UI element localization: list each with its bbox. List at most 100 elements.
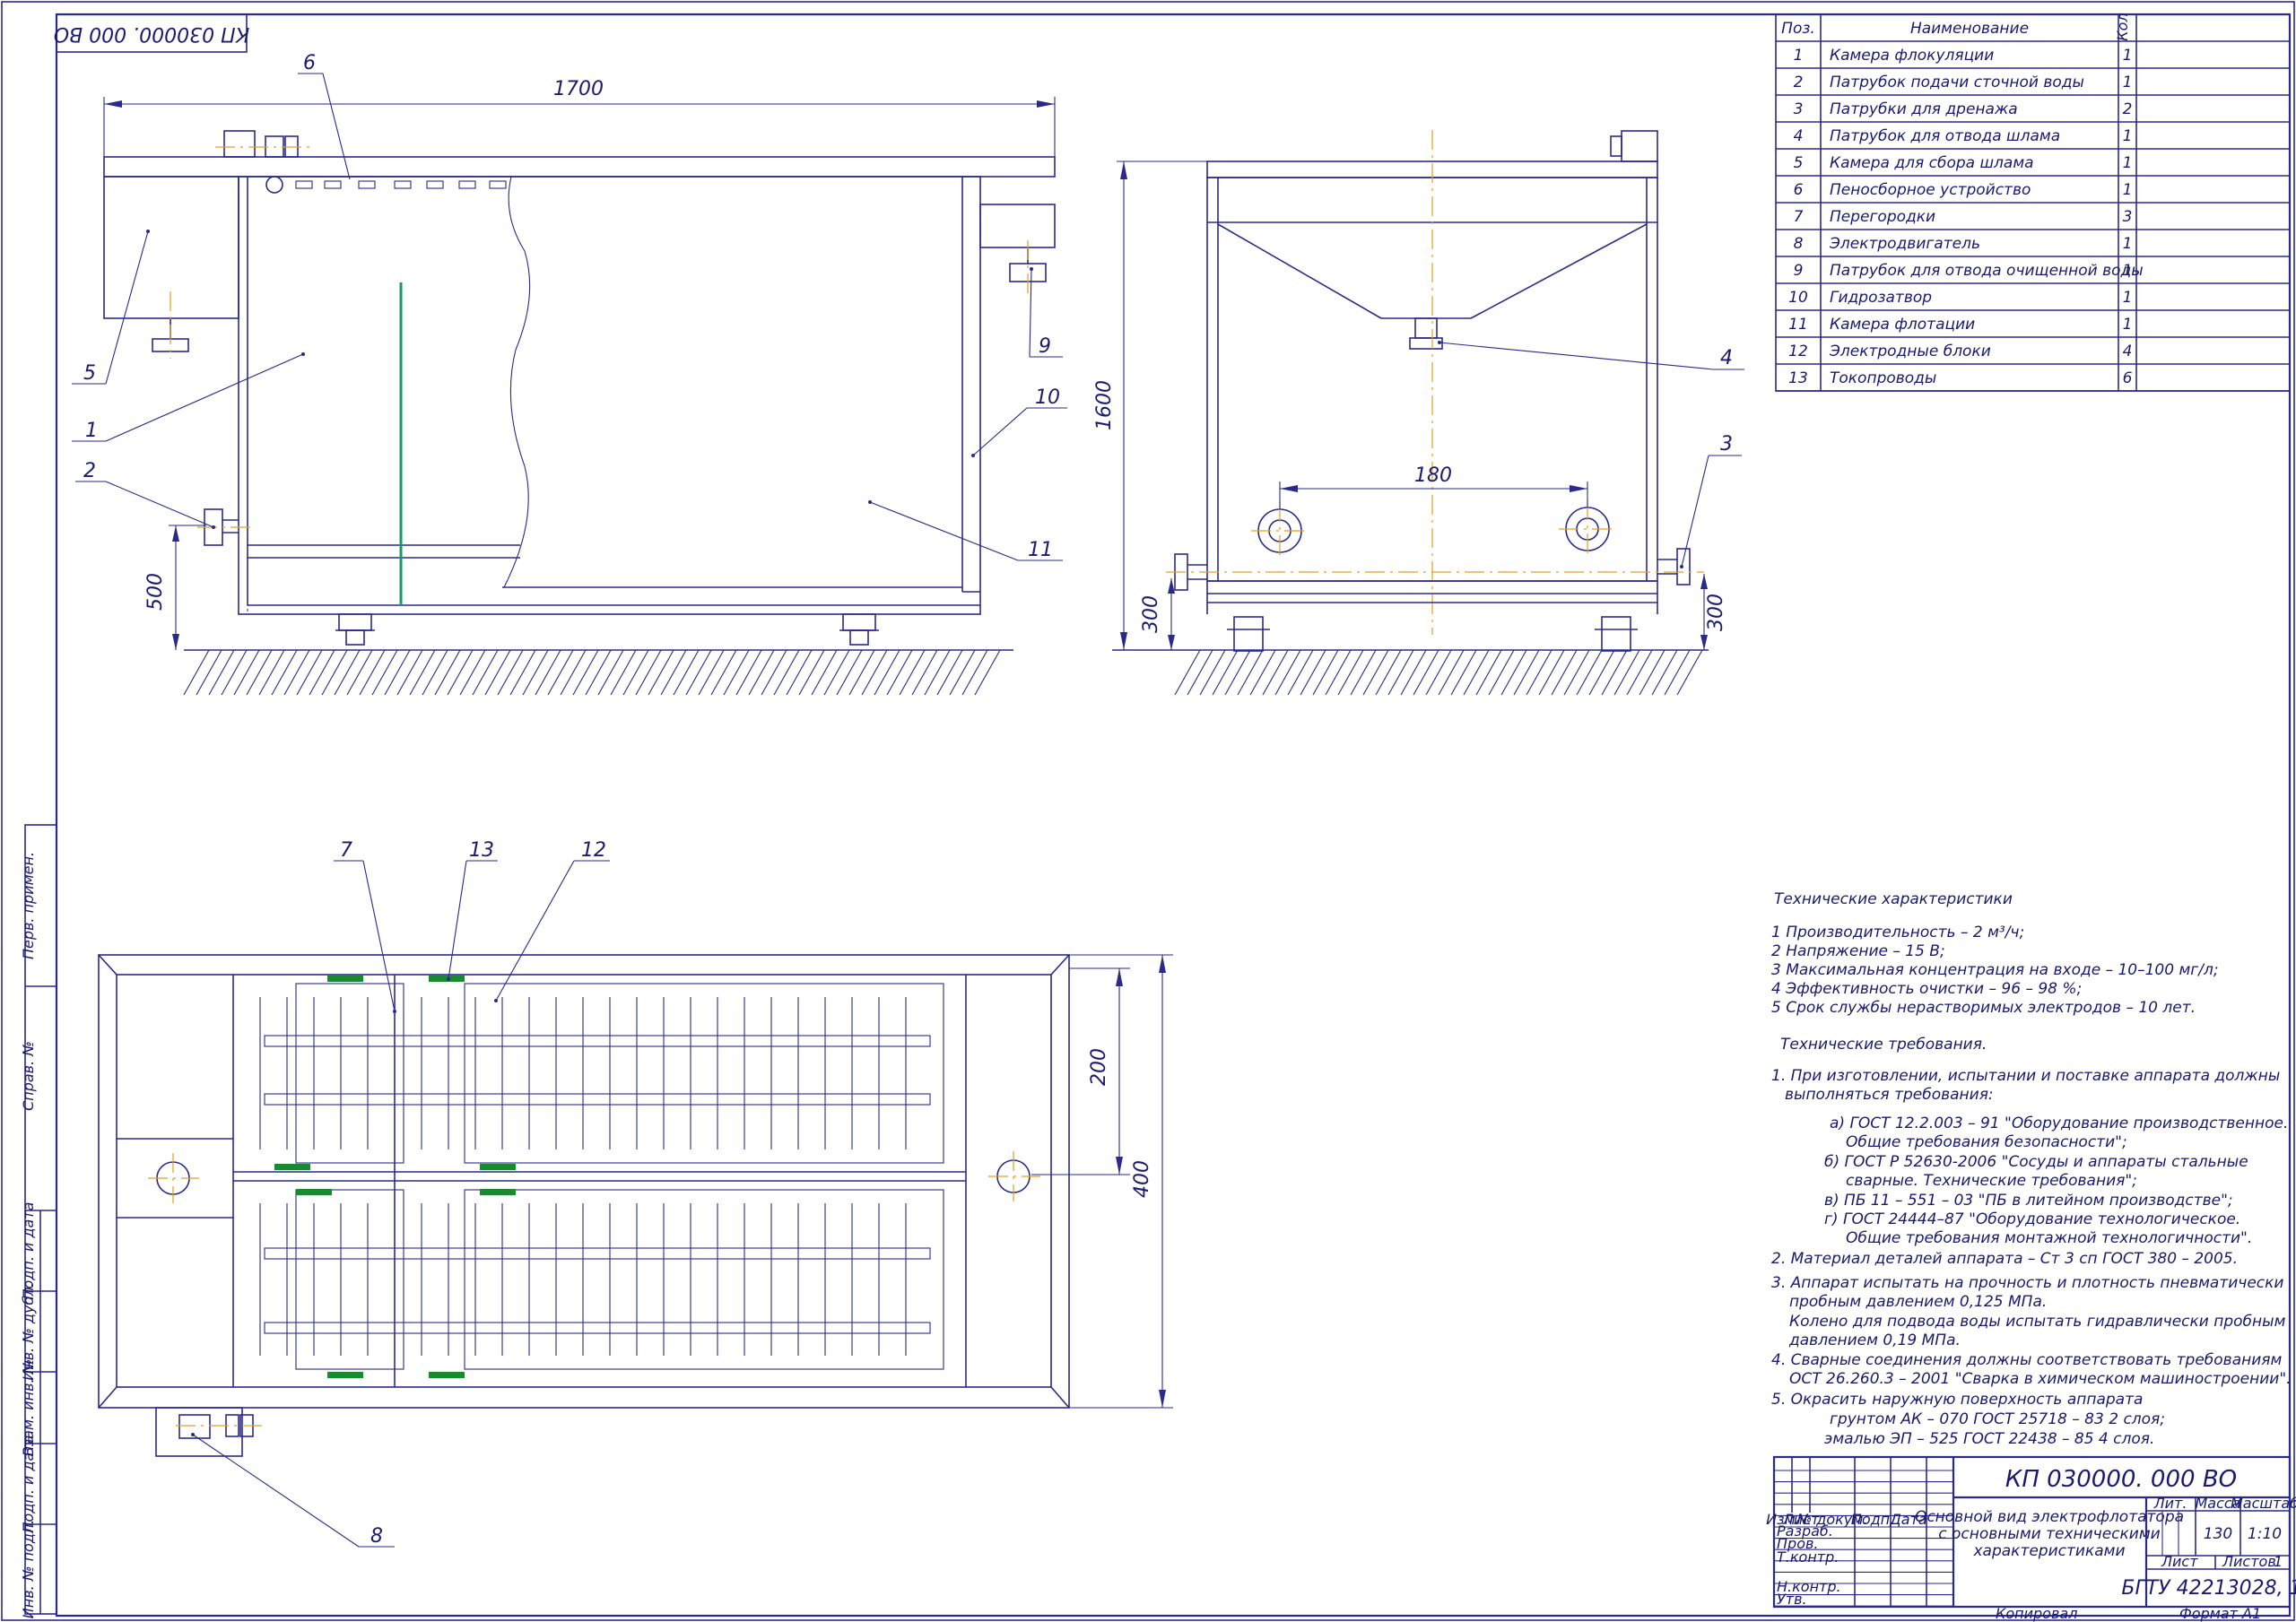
tech-req-line-17: грунтом АК – 070 ГОСТ 25718 – 83 2 слоя; — [1830, 1410, 2165, 1428]
spec-row-qty: 1 — [2123, 127, 2133, 145]
spec-row-name: Пеносборное устройство — [1830, 181, 2031, 199]
side-view: 180 1600 300 300 — [1093, 130, 1727, 696]
spec-row-name: Патрубок для отвода очищенной воды — [1830, 262, 2144, 280]
tb-scale-value: 1:10 — [2248, 1525, 2282, 1543]
tb-code: КП 030000. 000 ВО — [2005, 1466, 2237, 1493]
spec-row-qty: 1 — [2123, 235, 2133, 253]
pos-label-13: 13 — [469, 839, 494, 862]
spec-row-pos: 13 — [1788, 369, 1808, 387]
spec-row-qty: 1 — [2123, 289, 2133, 307]
tech-chars-title: Технические характеристики — [1774, 890, 2013, 908]
spec-row-name: Патрубок подачи сточной воды — [1830, 74, 2084, 91]
tech-char-line-0: 1 Производительность – 2 м³/ч; — [1771, 924, 2024, 941]
tech-req-title: Технические требования. — [1780, 1036, 1987, 1054]
spec-row-qty: 1 — [2123, 262, 2133, 280]
pos-label-4: 4 — [1720, 347, 1733, 369]
tb-role-4: Утв. — [1777, 1591, 1807, 1608]
tech-req-line-14: 4. Сварные соединения должны соответство… — [1771, 1351, 2283, 1369]
spec-header-qty: Кол — [2114, 13, 2131, 40]
spec-row-qty: 4 — [2123, 343, 2133, 360]
spec-row-pos: 1 — [1794, 47, 1804, 65]
spec-row-qty: 1 — [2123, 181, 2133, 199]
spec-row-pos: 12 — [1788, 343, 1808, 360]
spec-row-pos: 2 — [1794, 74, 1804, 91]
spec-row-qty: 1 — [2123, 47, 2133, 65]
pos-label-9: 9 — [1039, 335, 1051, 358]
spec-row-qty: 1 — [2123, 154, 2133, 172]
side-strip: Перв. примен. Справ. № Подп. и дата Инв.… — [20, 824, 57, 1618]
dim-length: 1700 — [553, 78, 604, 100]
spec-row-pos: 7 — [1794, 208, 1804, 226]
spec-row-name: Перегородки — [1830, 208, 1935, 226]
tech-char-line-1: 2 Напряжение – 15 В; — [1771, 942, 1945, 960]
spec-row-qty: 3 — [2123, 208, 2133, 226]
pos-label-12: 12 — [581, 839, 606, 862]
spec-row-name: Патрубок для отвода шлама — [1830, 127, 2060, 145]
spec-row-pos: 4 — [1794, 127, 1804, 145]
side-label-6: Инв. № подл. — [20, 1520, 37, 1618]
tb-title-1: с основными техническими — [1938, 1525, 2160, 1543]
pos-label-11: 11 — [1028, 539, 1053, 561]
tb-format: Формат А1 — [2179, 1605, 2261, 1622]
tech-char-line-4: 5 Срок службы нерастворимых электродов –… — [1771, 999, 2196, 1017]
pos-label-7: 7 — [340, 839, 352, 862]
dim-height: 1600 — [1093, 380, 1116, 430]
pos-label-6: 6 — [303, 52, 316, 74]
drawing-sheet: КП 030000. 000 ВО Перв. примен. Справ. №… — [1, 1, 2296, 1622]
side-label-0: Перв. примен. — [20, 852, 37, 959]
pos-label-8: 8 — [370, 1525, 383, 1548]
spec-row-name: Гидрозатвор — [1830, 289, 1932, 307]
tech-req-line-12: Колено для подвода воды испытать гидравл… — [1789, 1313, 2286, 1331]
spec-row-name: Камера для сбора шлама — [1830, 154, 2034, 172]
pos-label-10: 10 — [1035, 386, 1060, 409]
dim-plan-full: 400 — [1131, 1160, 1153, 1198]
tb-col-sign: Подп. — [1851, 1511, 1894, 1528]
tech-req-line-8: Общие требования монтажной технологичнос… — [1846, 1229, 2252, 1247]
tb-mass-value: 130 — [2204, 1525, 2232, 1543]
tb-org: БГТУ 42213028, 16 — [2121, 1577, 2296, 1600]
spec-row-pos: 8 — [1794, 235, 1804, 253]
tech-req-line-5: сварные. Технические требования"; — [1846, 1172, 2137, 1190]
side-label-1: Справ. № — [20, 1041, 37, 1111]
spec-row-name: Патрубки для дренажа — [1830, 100, 2018, 118]
tech-req-line-9: 2. Материал деталей аппарата – Ст 3 сп Г… — [1771, 1250, 2238, 1268]
front-view: 1700 500 — [103, 78, 1056, 696]
pos-label-5: 5 — [83, 362, 96, 385]
leaders: 6 5 1 2 9 10 11 4 3 7 13 12 8 — [72, 52, 1744, 1548]
tb-title-0: Основной вид электрофлотатора — [1915, 1508, 2184, 1526]
tb-sheets-label: Листов — [2222, 1553, 2276, 1570]
spec-row-name: Камера флокуляции — [1830, 47, 1994, 65]
dim-foot-right: 300 — [1705, 594, 1727, 631]
tb-role-2: Т.контр. — [1777, 1548, 1839, 1566]
spec-row-qty: 2 — [2123, 100, 2133, 118]
tech-requirements: Технические требования. 1. При изготовле… — [1771, 1036, 2292, 1448]
spec-row-name: Электродвигатель — [1829, 235, 1980, 253]
tech-req-line-1: выполняться требования: — [1785, 1086, 1994, 1104]
tech-characteristics: Технические характеристики 1 Производите… — [1771, 890, 2219, 1017]
tech-req-line-15: ОСТ 26.260.3 – 2001 "Сварка в химическом… — [1789, 1370, 2292, 1388]
spec-row-name: Токопроводы — [1830, 369, 1936, 387]
spec-row-pos: 10 — [1788, 289, 1808, 307]
spec-header-name: Наименование — [1910, 20, 2029, 38]
tech-req-line-2: а) ГОСТ 12.2.003 – 91 "Оборудование прои… — [1830, 1115, 2288, 1132]
spec-header-pos: Поз. — [1781, 20, 1815, 38]
spec-row-name: Электродные блоки — [1829, 343, 1991, 360]
title-block: Изм. Лист № докум. Подп. Дата Разраб. Пр… — [1766, 1455, 2296, 1622]
top-code: КП 030000. 000 ВО — [54, 22, 250, 45]
tech-req-line-16: 5. Окрасить наружную поверхность аппарат… — [1771, 1391, 2143, 1409]
dim-inlet-height: 500 — [144, 573, 167, 611]
plan-view: 200 400 — [98, 954, 1173, 1457]
tech-req-line-13: давлением 0,19 МПа. — [1788, 1331, 1961, 1349]
spec-row-pos: 6 — [1794, 181, 1804, 199]
pos-label-3: 3 — [1720, 433, 1733, 455]
tb-title-2: характеристиками — [1972, 1542, 2125, 1560]
spec-row-qty: 1 — [2123, 74, 2133, 91]
spec-row-pos: 9 — [1794, 262, 1804, 280]
pos-label-2: 2 — [83, 460, 96, 482]
pos-label-1: 1 — [85, 420, 98, 442]
dim-foot-left: 300 — [1140, 595, 1162, 633]
tech-req-line-11: пробным давлением 0,125 МПа. — [1789, 1293, 2047, 1311]
tech-char-line-3: 4 Эффективность очистки – 96 – 98 %; — [1771, 980, 2082, 998]
spec-row-qty: 1 — [2123, 316, 2133, 334]
tech-req-line-7: г) ГОСТ 24444–87 "Оборудование технологи… — [1824, 1210, 2240, 1228]
